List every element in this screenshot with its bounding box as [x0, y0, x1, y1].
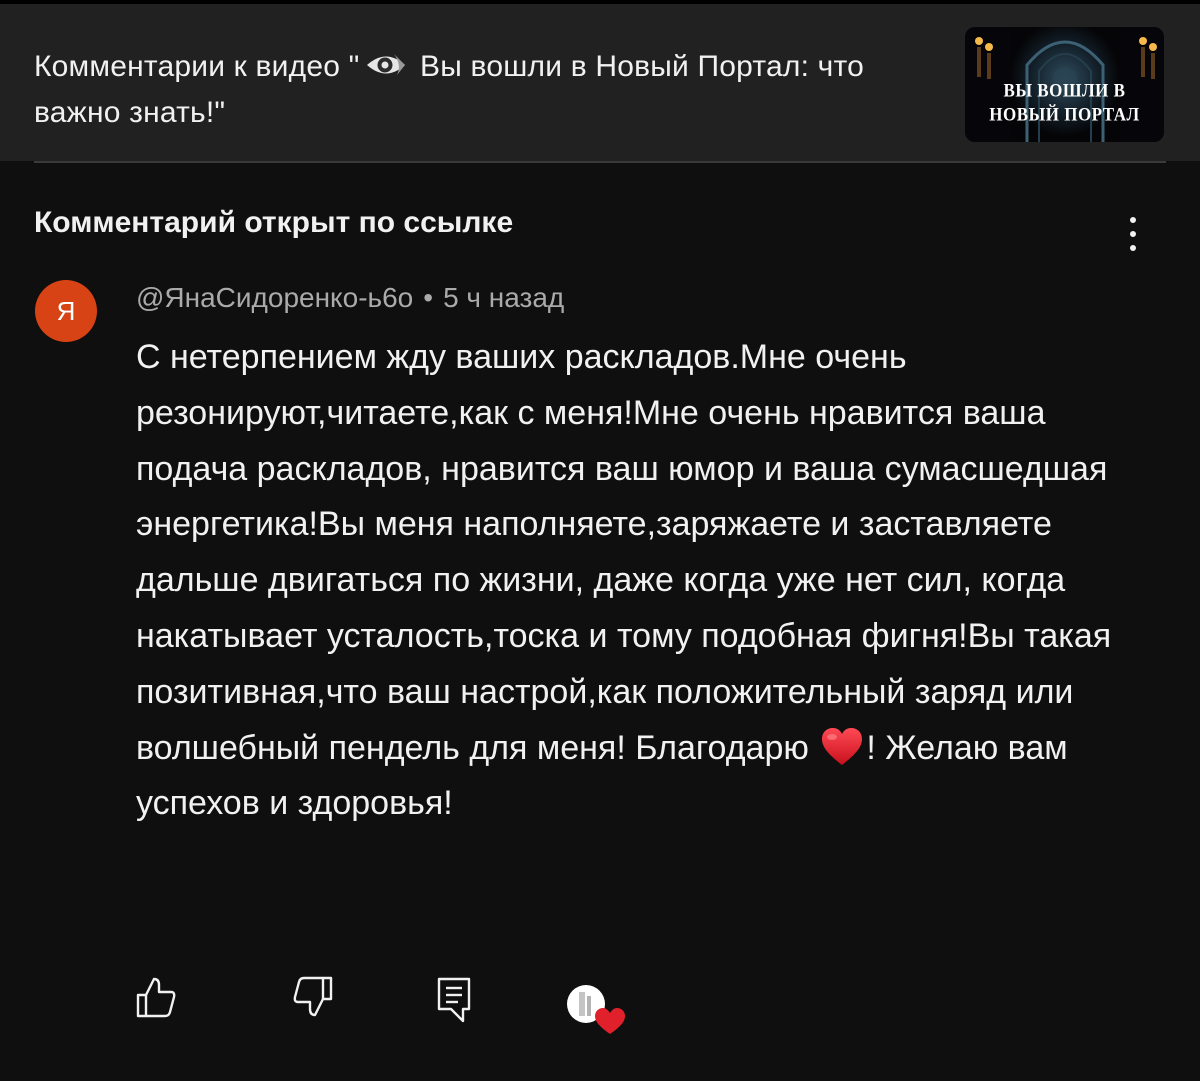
thumbs-down-icon[interactable] — [292, 975, 334, 1024]
more-options-icon[interactable] — [1118, 212, 1148, 256]
comment-meta: @ЯнаСидоренко-ь6о • 5 ч назад — [136, 282, 564, 314]
eye-icon — [364, 48, 408, 78]
video-comments-title: Комментарии к видео " Вы вошли в Новый П… — [34, 44, 934, 136]
linked-comment-label: Комментарий открыт по ссылке — [34, 206, 514, 239]
avatar[interactable]: Я — [35, 280, 97, 342]
reply-icon[interactable] — [436, 975, 472, 1028]
thumbnail-line-1: ВЫ ВОШЛИ В — [1003, 79, 1126, 101]
creator-heart-icon — [566, 984, 628, 1036]
header-divider — [34, 161, 1166, 163]
comment-text: С нетерпением жду ваших раскладов.Мне оч… — [136, 330, 1146, 832]
thumbs-up-icon[interactable] — [135, 975, 177, 1024]
comment-time: 5 ч назад — [443, 282, 565, 313]
meta-separator: • — [423, 282, 434, 313]
comment-author[interactable]: @ЯнаСидоренко-ь6о — [136, 282, 413, 313]
comments-header: Комментарии к видео " Вы вошли в Новый П… — [0, 4, 1200, 161]
thumbnail-line-2: НОВЫЙ ПОРТАЛ — [989, 104, 1140, 125]
comment-text-main: С нетерпением жду ваших раскладов.Мне оч… — [136, 338, 1112, 767]
thumbnail-caption: ВЫ ВОШЛИ В НОВЫЙ ПОРТАЛ — [965, 79, 1164, 127]
title-prefix: Комментарии к видео " — [34, 50, 360, 83]
heart-emoji-icon — [820, 727, 864, 767]
video-thumbnail[interactable]: ВЫ ВОШЛИ В НОВЫЙ ПОРТАЛ — [965, 27, 1164, 142]
